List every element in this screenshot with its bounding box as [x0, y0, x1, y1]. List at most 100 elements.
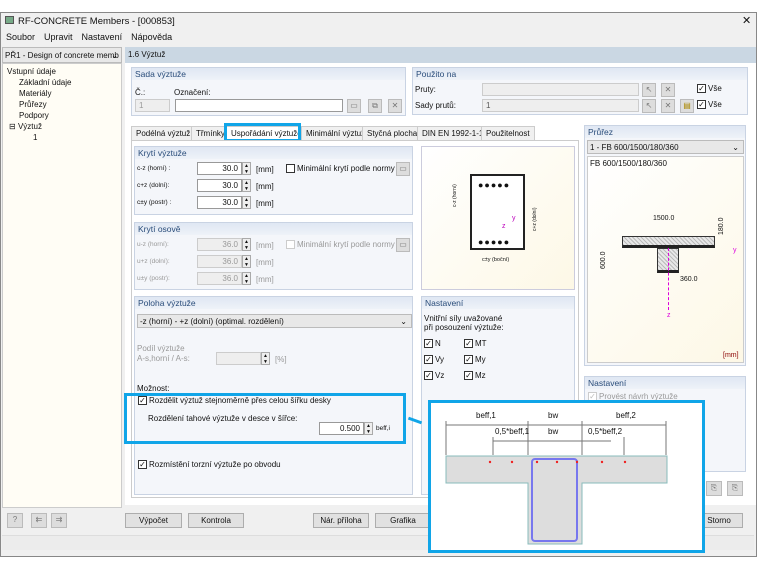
delete-icon[interactable]: ✕ — [388, 99, 402, 113]
tree-item[interactable]: Průřezy — [19, 100, 47, 109]
kontrola-button[interactable]: Kontrola — [188, 513, 244, 528]
norm-icon[interactable]: ▭ — [396, 238, 410, 252]
pick-icon[interactable]: ↖ — [642, 99, 656, 113]
nastaveni-title: Nastavení — [422, 297, 574, 309]
tree-item[interactable]: Základní údaje — [19, 78, 71, 87]
u-bot-label: u+z (dolní): — [137, 258, 170, 265]
pruty-input[interactable] — [482, 83, 639, 96]
vse-sady-checkbox[interactable]: ✓ Vše — [697, 100, 722, 110]
sada-group: Sada výztuže Č.: Označení: 1 ▭ ⧉ ✕ — [131, 67, 406, 116]
tree-item[interactable]: Materiály — [19, 89, 51, 98]
new-set-icon[interactable]: ▤ — [680, 99, 694, 113]
spinner[interactable]: ▲ ▼ — [242, 272, 251, 285]
detail-overlay: beff,1 bw beff,2 0,5*beff,1 bw 0,5*beff,… — [428, 400, 705, 553]
torzni-checkbox[interactable]: ✓ Rozmístění torzní výztuže po obvodu — [138, 460, 281, 470]
u-top-label: u-z (horní): — [137, 241, 169, 248]
podil-label2: A-s,horní / A-s: — [137, 354, 190, 363]
clear-icon[interactable]: ✕ — [661, 83, 675, 97]
sada-title: Sada výztuže — [132, 68, 405, 80]
next-icon[interactable]: ⇉ — [51, 513, 67, 528]
prev-icon[interactable]: ⇇ — [31, 513, 47, 528]
close-button[interactable]: ✕ — [742, 14, 751, 27]
spinner[interactable]: ▲ ▼ — [242, 255, 251, 268]
tab-stycna[interactable]: Styčná plocha — [362, 126, 423, 140]
podil-input[interactable] — [216, 352, 261, 365]
u-side-label: u±y (postr): — [137, 275, 170, 282]
unit: [mm] — [256, 258, 274, 267]
name-input[interactable] — [175, 99, 343, 112]
tab-minimalni[interactable]: Minimální výztuž — [301, 126, 371, 140]
dim-h: 600.0 — [600, 251, 607, 269]
vse-pruty-checkbox[interactable]: ✓ Vše — [697, 84, 722, 94]
beff2-label: beff,2 — [616, 411, 636, 420]
force-my-checkbox[interactable]: ✓ My — [464, 355, 486, 365]
torzni-label: Rozmístění torzní výztuže po obvodu — [149, 460, 281, 469]
section-name: FB 600/1500/180/360 — [590, 159, 667, 168]
grafika-button[interactable]: Grafika — [375, 513, 431, 528]
force-vz-checkbox[interactable]: ✓ Vz — [424, 371, 444, 381]
half1-label: 0,5*beff,1 — [495, 427, 530, 436]
copy-icon[interactable]: ⧉ — [368, 99, 382, 113]
dim-t: 180.0 — [718, 217, 725, 235]
spinner[interactable]: ▲ ▼ — [242, 196, 251, 209]
tbeam-sketch — [445, 421, 668, 545]
open-icon[interactable]: ▭ — [347, 99, 361, 113]
spinner[interactable]: ▲ ▼ — [261, 352, 270, 365]
force-vy-checkbox[interactable]: ✓ Vy — [424, 355, 445, 365]
u-bot-input[interactable]: 36.0 — [197, 255, 242, 268]
nar-priloha-button[interactable]: Nár. příloha — [313, 513, 369, 528]
prurez-value: 1 - FB 600/1500/180/360 — [590, 143, 679, 152]
tree-group-vyztuz[interactable]: ⊟ Výztuž — [9, 122, 42, 131]
c-side-dim: c±y (boční) — [482, 257, 510, 263]
force-label: My — [475, 355, 486, 364]
export-icon[interactable]: ⎘ — [706, 481, 722, 496]
page-title: 1.6 Výztuž — [125, 47, 756, 63]
kryti-title: Krytí výztuže — [135, 147, 412, 159]
force-mt-checkbox[interactable]: ✓ MT — [464, 339, 487, 349]
sady-input[interactable]: 1 — [482, 99, 639, 112]
u-side-input[interactable]: 36.0 — [197, 272, 242, 285]
min-kryti-checkbox[interactable]: Minimální krytí podle normy — [286, 164, 395, 174]
import-icon[interactable]: ⎘ — [727, 481, 743, 496]
menu-upravit[interactable]: Upravit — [44, 32, 73, 42]
unit-label: [mm] — [723, 352, 739, 359]
force-n-checkbox[interactable]: ✓ N — [424, 339, 441, 349]
spinner[interactable]: ▲ ▼ — [242, 179, 251, 192]
tbeam-shape — [445, 455, 668, 545]
case-select[interactable]: PŘ1 - Design of concrete memb ⌄ — [2, 47, 122, 63]
clear-icon[interactable]: ✕ — [661, 99, 675, 113]
poloha-select[interactable]: -z (horní) - +z (dolní) (optimal. rozděl… — [137, 314, 412, 328]
prurez-select[interactable]: 1 - FB 600/1500/180/360 ⌄ — [587, 140, 744, 154]
c-bot-input[interactable]: 30.0 — [197, 179, 242, 192]
menu-soubor[interactable]: Soubor — [6, 32, 35, 42]
tree-item[interactable]: Podpory — [19, 111, 49, 120]
spinner[interactable]: ▲ ▼ — [242, 162, 251, 175]
u-top-input[interactable]: 36.0 — [197, 238, 242, 251]
no-label: Č.: — [135, 88, 146, 97]
min-osove-checkbox[interactable]: Minimální krytí podle normy — [286, 240, 395, 250]
menu-napoveda[interactable]: Nápověda — [131, 32, 172, 42]
no-select[interactable]: 1 — [135, 99, 170, 112]
tab-podelna[interactable]: Podélná výztuž — [131, 126, 196, 140]
tab-pouzitelnost[interactable]: Použitelnost — [481, 126, 535, 140]
unit: [mm] — [256, 241, 274, 250]
nastaveni2-title: Nastavení — [585, 377, 745, 389]
force-mz-checkbox[interactable]: ✓ Mz — [464, 371, 486, 381]
c-side-input[interactable]: 30.0 — [197, 196, 242, 209]
norm-icon[interactable]: ▭ — [396, 162, 410, 176]
menu-nastaveni[interactable]: Nastavení — [82, 32, 123, 42]
vypocet-button[interactable]: Výpočet — [125, 513, 182, 528]
c-top-input[interactable]: 30.0 — [197, 162, 242, 175]
force-label: MT — [475, 339, 487, 348]
bw-label2: bw — [548, 427, 559, 436]
tree-item-1[interactable]: 1 — [33, 133, 37, 142]
tab-din[interactable]: DIN EN 1992-1-1 — [417, 126, 489, 140]
chevron-down-icon: ⌄ — [732, 143, 739, 152]
case-select-value: PŘ1 - Design of concrete memb — [5, 51, 119, 60]
force-label: Vy — [435, 355, 445, 364]
spinner[interactable]: ▲ ▼ — [242, 238, 251, 251]
tree-root[interactable]: Vstupní údaje — [7, 67, 56, 76]
z-axis-label: z — [502, 223, 506, 230]
pick-icon[interactable]: ↖ — [642, 83, 656, 97]
help-icon[interactable]: ? — [7, 513, 23, 528]
